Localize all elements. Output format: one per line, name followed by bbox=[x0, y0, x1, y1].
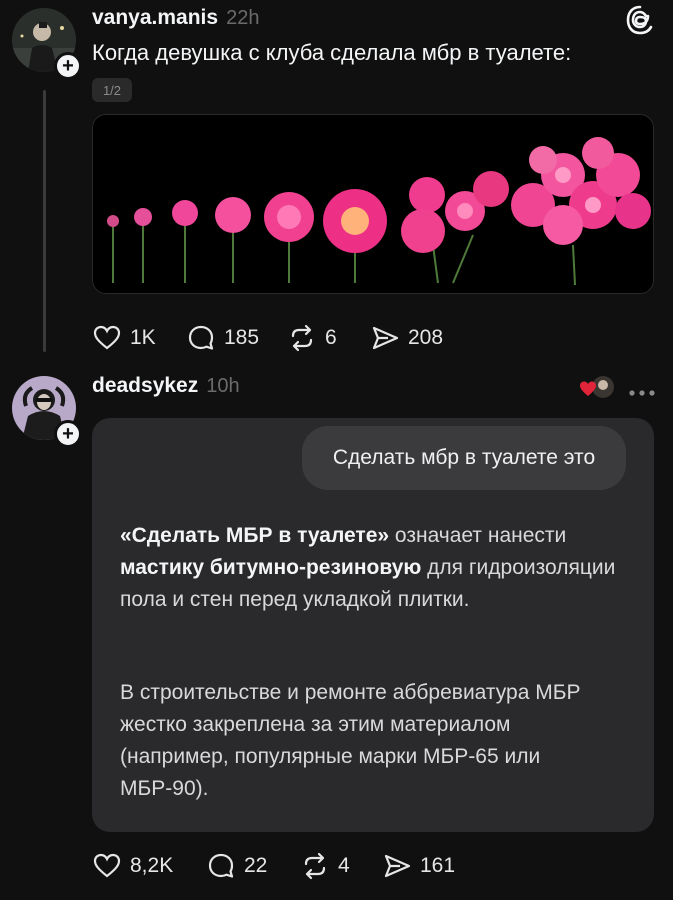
answer-paragraph-1: «Сделать МБР в туалете» означает нанести… bbox=[120, 520, 620, 616]
share-button[interactable]: 161 bbox=[382, 851, 455, 881]
user-query-bubble: Сделать мбр в туалете это bbox=[302, 426, 626, 490]
comment-icon bbox=[188, 325, 214, 350]
comment-count: 185 bbox=[224, 326, 260, 349]
reply-time: 10h bbox=[206, 375, 240, 397]
liked-by-author-badge bbox=[578, 374, 618, 402]
heart-icon bbox=[93, 853, 121, 878]
like-count: 8,2K bbox=[130, 854, 174, 877]
answer-text: означает нанести bbox=[389, 524, 567, 547]
image-pager: 1/2 bbox=[92, 78, 132, 102]
comment-count: 22 bbox=[244, 854, 268, 877]
answer-paragraph-2: В строительстве и ремонте аббревиатура М… bbox=[120, 681, 581, 800]
heart-icon bbox=[93, 325, 121, 350]
post-time: 22h bbox=[226, 7, 260, 29]
answer-bold-phrase: «Сделать МБР в туалете» bbox=[120, 524, 390, 547]
more-icon[interactable] bbox=[628, 384, 656, 396]
repost-count: 6 bbox=[325, 326, 337, 349]
peony-stages-image bbox=[93, 115, 653, 293]
thread-line bbox=[43, 90, 46, 352]
threads-logo-icon[interactable] bbox=[624, 4, 656, 36]
share-button[interactable]: 208 bbox=[370, 323, 443, 353]
comment-icon bbox=[208, 853, 234, 878]
post-image[interactable] bbox=[92, 114, 654, 294]
repost-icon bbox=[291, 324, 313, 352]
repost-button[interactable]: 4 bbox=[300, 851, 350, 881]
like-count: 1K bbox=[130, 326, 156, 349]
repost-icon bbox=[304, 852, 326, 880]
user-query-text: Сделать мбр в туалете это bbox=[332, 446, 596, 469]
comment-button[interactable]: 185 bbox=[186, 323, 259, 353]
like-button[interactable]: 8,2K bbox=[92, 851, 173, 881]
follow-plus-button[interactable]: + bbox=[54, 420, 82, 448]
repost-button[interactable]: 6 bbox=[287, 323, 337, 353]
post-text: Когда девушка с клуба сделала мбр в туал… bbox=[92, 40, 572, 65]
follow-plus-button[interactable]: + bbox=[54, 52, 82, 80]
comment-button[interactable]: 22 bbox=[206, 851, 267, 881]
like-button[interactable]: 1K bbox=[92, 323, 156, 353]
username[interactable]: vanya.manis bbox=[92, 6, 218, 30]
share-count: 161 bbox=[420, 854, 456, 877]
share-icon bbox=[384, 854, 411, 878]
repost-count: 4 bbox=[338, 854, 350, 877]
username[interactable]: deadsykez bbox=[92, 374, 198, 398]
share-icon bbox=[372, 326, 399, 350]
answer-bold-term: мастику битумно-резиновую bbox=[120, 556, 422, 579]
share-count: 208 bbox=[408, 326, 444, 349]
